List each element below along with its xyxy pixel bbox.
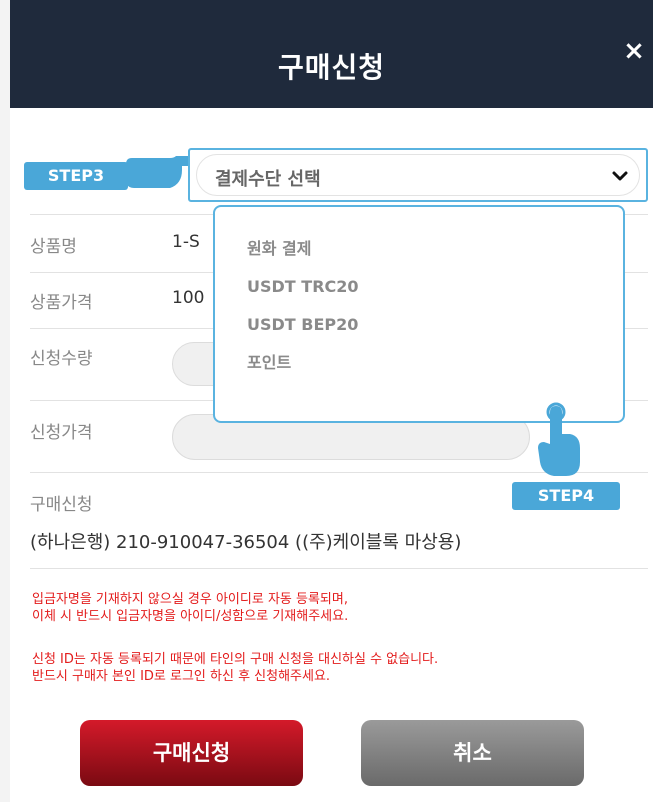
payment-method-select-label: 결제수단 선택 xyxy=(215,169,321,190)
quantity-label: 신청수량 xyxy=(30,349,93,369)
notice-line: 신청 ID는 자동 등록되기 때문에 타인의 구매 신청을 대신하실 수 없습니… xyxy=(32,652,439,667)
cancel-button[interactable]: 취소 xyxy=(361,720,584,786)
step4-tag: STEP4 xyxy=(512,482,620,510)
product-name-value: 1-S xyxy=(172,232,200,252)
product-price-value: 100 xyxy=(172,288,205,308)
step3-tag: STEP3 xyxy=(24,162,128,190)
pointing-hand-up-icon xyxy=(538,402,580,476)
notice-line: 반드시 구매자 본인 ID로 로그인 하신 후 신청해주세요. xyxy=(32,669,331,684)
option-points[interactable]: 포인트 xyxy=(247,349,291,373)
option-usdt-bep20[interactable]: USDT BEP20 xyxy=(247,315,358,334)
chevron-down-icon xyxy=(612,171,628,181)
payment-method-select[interactable]: 결제수단 선택 xyxy=(196,154,640,196)
apply-price-label: 신청가격 xyxy=(30,423,93,443)
product-name-label: 상품명 xyxy=(30,237,77,257)
modal-title: 구매신청 xyxy=(277,51,386,84)
notice-line: 이체 시 반드시 입금자명을 아이디/성함으로 기재해주세요. xyxy=(32,609,349,624)
product-price-label: 상품가격 xyxy=(30,293,93,313)
notice-line: 입금자명을 기재하지 않으실 경우 아이디로 자동 등록되며, xyxy=(32,592,348,607)
bank-account-info: (하나은행) 210-910047-36504 ((주)케이블록 마상용) xyxy=(30,532,462,553)
divider xyxy=(30,568,648,569)
option-usdt-trc20[interactable]: USDT TRC20 xyxy=(247,277,359,296)
payment-method-select-highlight: 결제수단 선택 xyxy=(188,148,648,202)
purchase-modal: 구매신청 × STEP3 결제수단 선택 상품명 1-S 상품가격 100 신청… xyxy=(10,0,653,802)
account-section-label: 구매신청 xyxy=(30,495,93,515)
close-icon[interactable]: × xyxy=(621,38,647,64)
option-krw-payment[interactable]: 원화 결제 xyxy=(247,235,311,259)
purchase-request-button[interactable]: 구매신청 xyxy=(80,720,303,786)
backdrop-strip xyxy=(0,0,10,802)
payment-method-dropdown: 원화 결제 USDT TRC20 USDT BEP20 포인트 xyxy=(213,205,625,423)
modal-header: 구매신청 × xyxy=(10,0,653,108)
